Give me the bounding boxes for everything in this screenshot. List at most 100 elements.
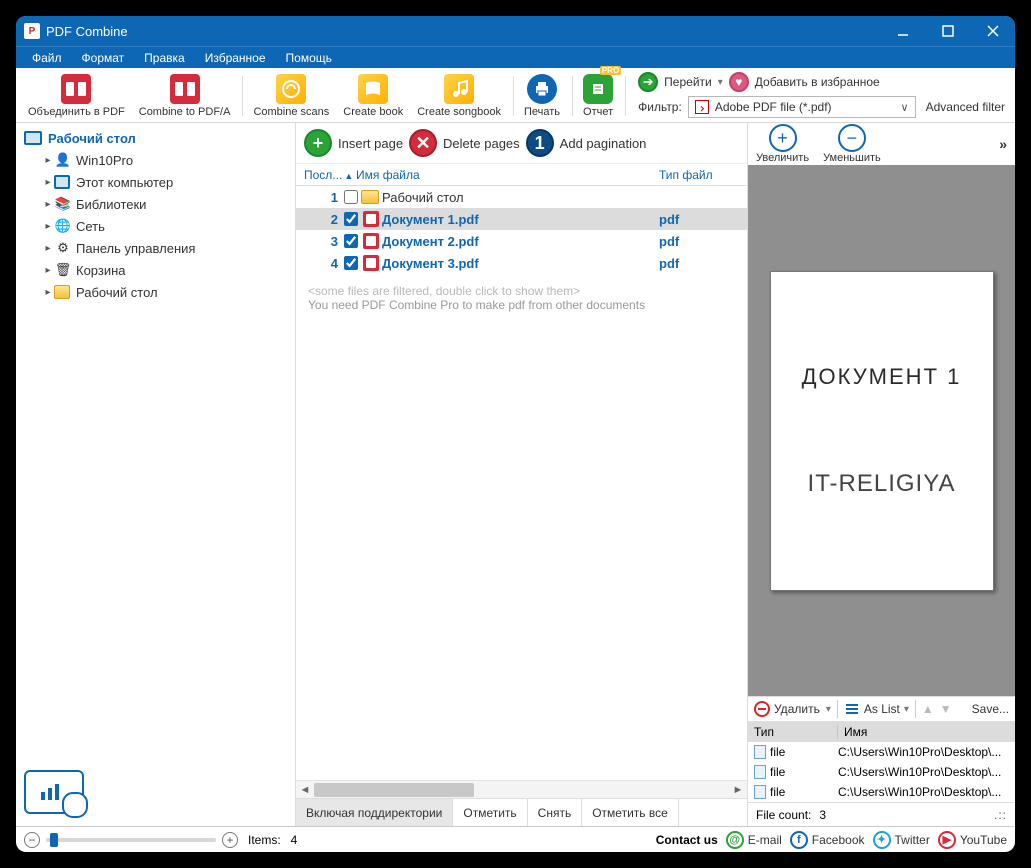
filter-value: Adobe PDF file (*.pdf): [715, 100, 832, 114]
expand-icon[interactable]: ▸: [42, 199, 54, 210]
network-icon: 🌐: [54, 218, 72, 234]
scroll-right-icon[interactable]: ►: [729, 781, 747, 799]
tab-include-subdirs[interactable]: Включая поддиректории: [296, 799, 453, 827]
report-button[interactable]: PRO Отчет: [577, 72, 619, 120]
col-order[interactable]: Посл...▲: [304, 168, 356, 182]
file-row[interactable]: 4Документ 3.pdfpdf: [296, 252, 747, 274]
more-icon[interactable]: »: [999, 136, 1007, 152]
twitter-link[interactable]: ✦Twitter: [873, 831, 930, 849]
menubar: Файл Формат Правка Избранное Помощь: [16, 46, 1015, 68]
col-type[interactable]: Тип файл: [659, 168, 739, 182]
zoom-plus-icon[interactable]: +: [222, 832, 238, 848]
file-row[interactable]: 2Документ 1.pdfpdf: [296, 208, 747, 230]
insert-page-button[interactable]: +Insert page: [304, 129, 403, 157]
delete-pages-button[interactable]: ✕Delete pages: [409, 129, 520, 157]
expand-icon[interactable]: ▸: [42, 265, 54, 276]
file-list-header: Посл...▲ Имя файла Тип файл: [296, 164, 747, 186]
expand-icon[interactable]: ▸: [42, 243, 54, 254]
row-checkbox[interactable]: [344, 190, 358, 204]
output-row[interactable]: fileC:\Users\Win10Pro\Desktop\...: [748, 782, 1015, 802]
combine-scans-button[interactable]: Combine scans: [247, 72, 335, 120]
hints: <some files are filtered, double click t…: [296, 274, 747, 322]
close-button[interactable]: [970, 16, 1015, 46]
twitter-icon: ✦: [873, 831, 891, 849]
file-row[interactable]: 3Документ 2.pdfpdf: [296, 230, 747, 252]
output-row[interactable]: fileC:\Users\Win10Pro\Desktop\...: [748, 742, 1015, 762]
sidebar: Рабочий стол ▸👤Win10Pro▸Этот компьютер▸📚…: [16, 123, 296, 826]
preview-area: ДОКУМЕНТ 1 IT-RELIGIYA: [748, 165, 1015, 696]
output-row[interactable]: fileC:\Users\Win10Pro\Desktop\...: [748, 762, 1015, 782]
row-checkbox[interactable]: [344, 256, 358, 270]
email-link[interactable]: @E-mail: [726, 831, 782, 849]
tree-item-2[interactable]: ▸📚Библиотеки: [16, 193, 295, 215]
file-count-label: File count:: [756, 808, 811, 822]
file-row[interactable]: 1Рабочий стол: [296, 186, 747, 208]
menu-help[interactable]: Помощь: [276, 51, 342, 65]
view-mode-button[interactable]: As List▾: [844, 701, 909, 717]
menu-format[interactable]: Формат: [72, 51, 135, 65]
go-button[interactable]: Перейти: [664, 75, 712, 89]
output-col-type[interactable]: Тип: [748, 725, 838, 739]
zoom-minus-icon[interactable]: −: [24, 832, 40, 848]
add-favorite-button[interactable]: Добавить в избранное: [755, 75, 880, 89]
tree-item-3[interactable]: ▸🌐Сеть: [16, 215, 295, 237]
expand-icon[interactable]: ▸: [42, 287, 54, 298]
move-down-button[interactable]: ▼: [940, 702, 952, 716]
create-songbook-button[interactable]: Create songbook: [411, 72, 507, 120]
tree-item-1[interactable]: ▸Этот компьютер: [16, 171, 295, 193]
output-col-name[interactable]: Имя: [838, 725, 1015, 739]
slider-track[interactable]: [46, 838, 216, 842]
save-button[interactable]: Save...: [972, 702, 1009, 716]
add-pagination-button[interactable]: 1Add pagination: [526, 129, 647, 157]
document-icon: [754, 785, 766, 799]
zoom-slider[interactable]: − +: [24, 832, 238, 848]
tree-item-6[interactable]: ▸Рабочий стол: [16, 281, 295, 303]
tree-item-0[interactable]: ▸👤Win10Pro: [16, 149, 295, 171]
tab-check[interactable]: Отметить: [453, 799, 527, 827]
advanced-filter-button[interactable]: Advanced filter: [922, 100, 1009, 114]
tab-check-all[interactable]: Отметить все: [582, 799, 679, 827]
facebook-icon: f: [790, 831, 808, 849]
col-name[interactable]: Имя файла: [356, 168, 659, 182]
statusbar: − + Items: 4 Contact us @E-mail fFaceboo…: [16, 826, 1015, 852]
pdf-icon: [363, 233, 379, 249]
expand-icon[interactable]: ▸: [42, 221, 54, 232]
minimize-button[interactable]: [880, 16, 925, 46]
horizontal-scrollbar[interactable]: ◄ ►: [296, 780, 747, 798]
move-up-button[interactable]: ▲: [922, 702, 934, 716]
facebook-link[interactable]: fFacebook: [790, 831, 865, 849]
scrollbar-thumb[interactable]: [314, 783, 474, 797]
x-icon: ✕: [409, 129, 437, 157]
delete-output-button[interactable]: Удалить▾: [754, 701, 831, 717]
menu-favorites[interactable]: Избранное: [195, 51, 276, 65]
libraries-icon: 📚: [54, 196, 72, 212]
overflow-icon[interactable]: .::: [994, 808, 1007, 822]
zoom-toolbar: +Увеличить −Уменьшить »: [748, 123, 1015, 165]
maximize-button[interactable]: [925, 16, 970, 46]
tree-item-5[interactable]: ▸🗑Корзина: [16, 259, 295, 281]
tree-item-4[interactable]: ▸⚙Панель управления: [16, 237, 295, 259]
create-book-button[interactable]: Create book: [337, 72, 409, 120]
row-checkbox[interactable]: [344, 212, 358, 226]
print-button[interactable]: Печать: [518, 72, 566, 120]
expand-icon[interactable]: ▸: [42, 155, 54, 166]
filter-combo[interactable]: Adobe PDF file (*.pdf) ∨: [688, 96, 916, 118]
plus-icon: +: [304, 129, 332, 157]
app-title: PDF Combine: [46, 24, 128, 39]
document-icon: [754, 765, 766, 779]
slider-thumb[interactable]: [50, 833, 58, 847]
menu-file[interactable]: Файл: [22, 51, 72, 65]
row-checkbox[interactable]: [344, 234, 358, 248]
expand-icon[interactable]: ▸: [42, 177, 54, 188]
preview-subtitle: IT-RELIGIYA: [808, 470, 956, 498]
scroll-left-icon[interactable]: ◄: [296, 781, 314, 799]
menu-edit[interactable]: Правка: [134, 51, 195, 65]
tab-uncheck[interactable]: Снять: [528, 799, 583, 827]
zoom-in-button[interactable]: +Увеличить: [756, 124, 809, 164]
pdf-icon: [363, 211, 379, 227]
youtube-link[interactable]: ▶YouTube: [938, 831, 1007, 849]
combine-pdf-button[interactable]: Объединить в PDF: [22, 72, 131, 120]
zoom-out-button[interactable]: −Уменьшить: [823, 124, 881, 164]
combine-pdfa-button[interactable]: Combine to PDF/A: [133, 72, 237, 120]
tree-root[interactable]: Рабочий стол: [16, 127, 295, 149]
